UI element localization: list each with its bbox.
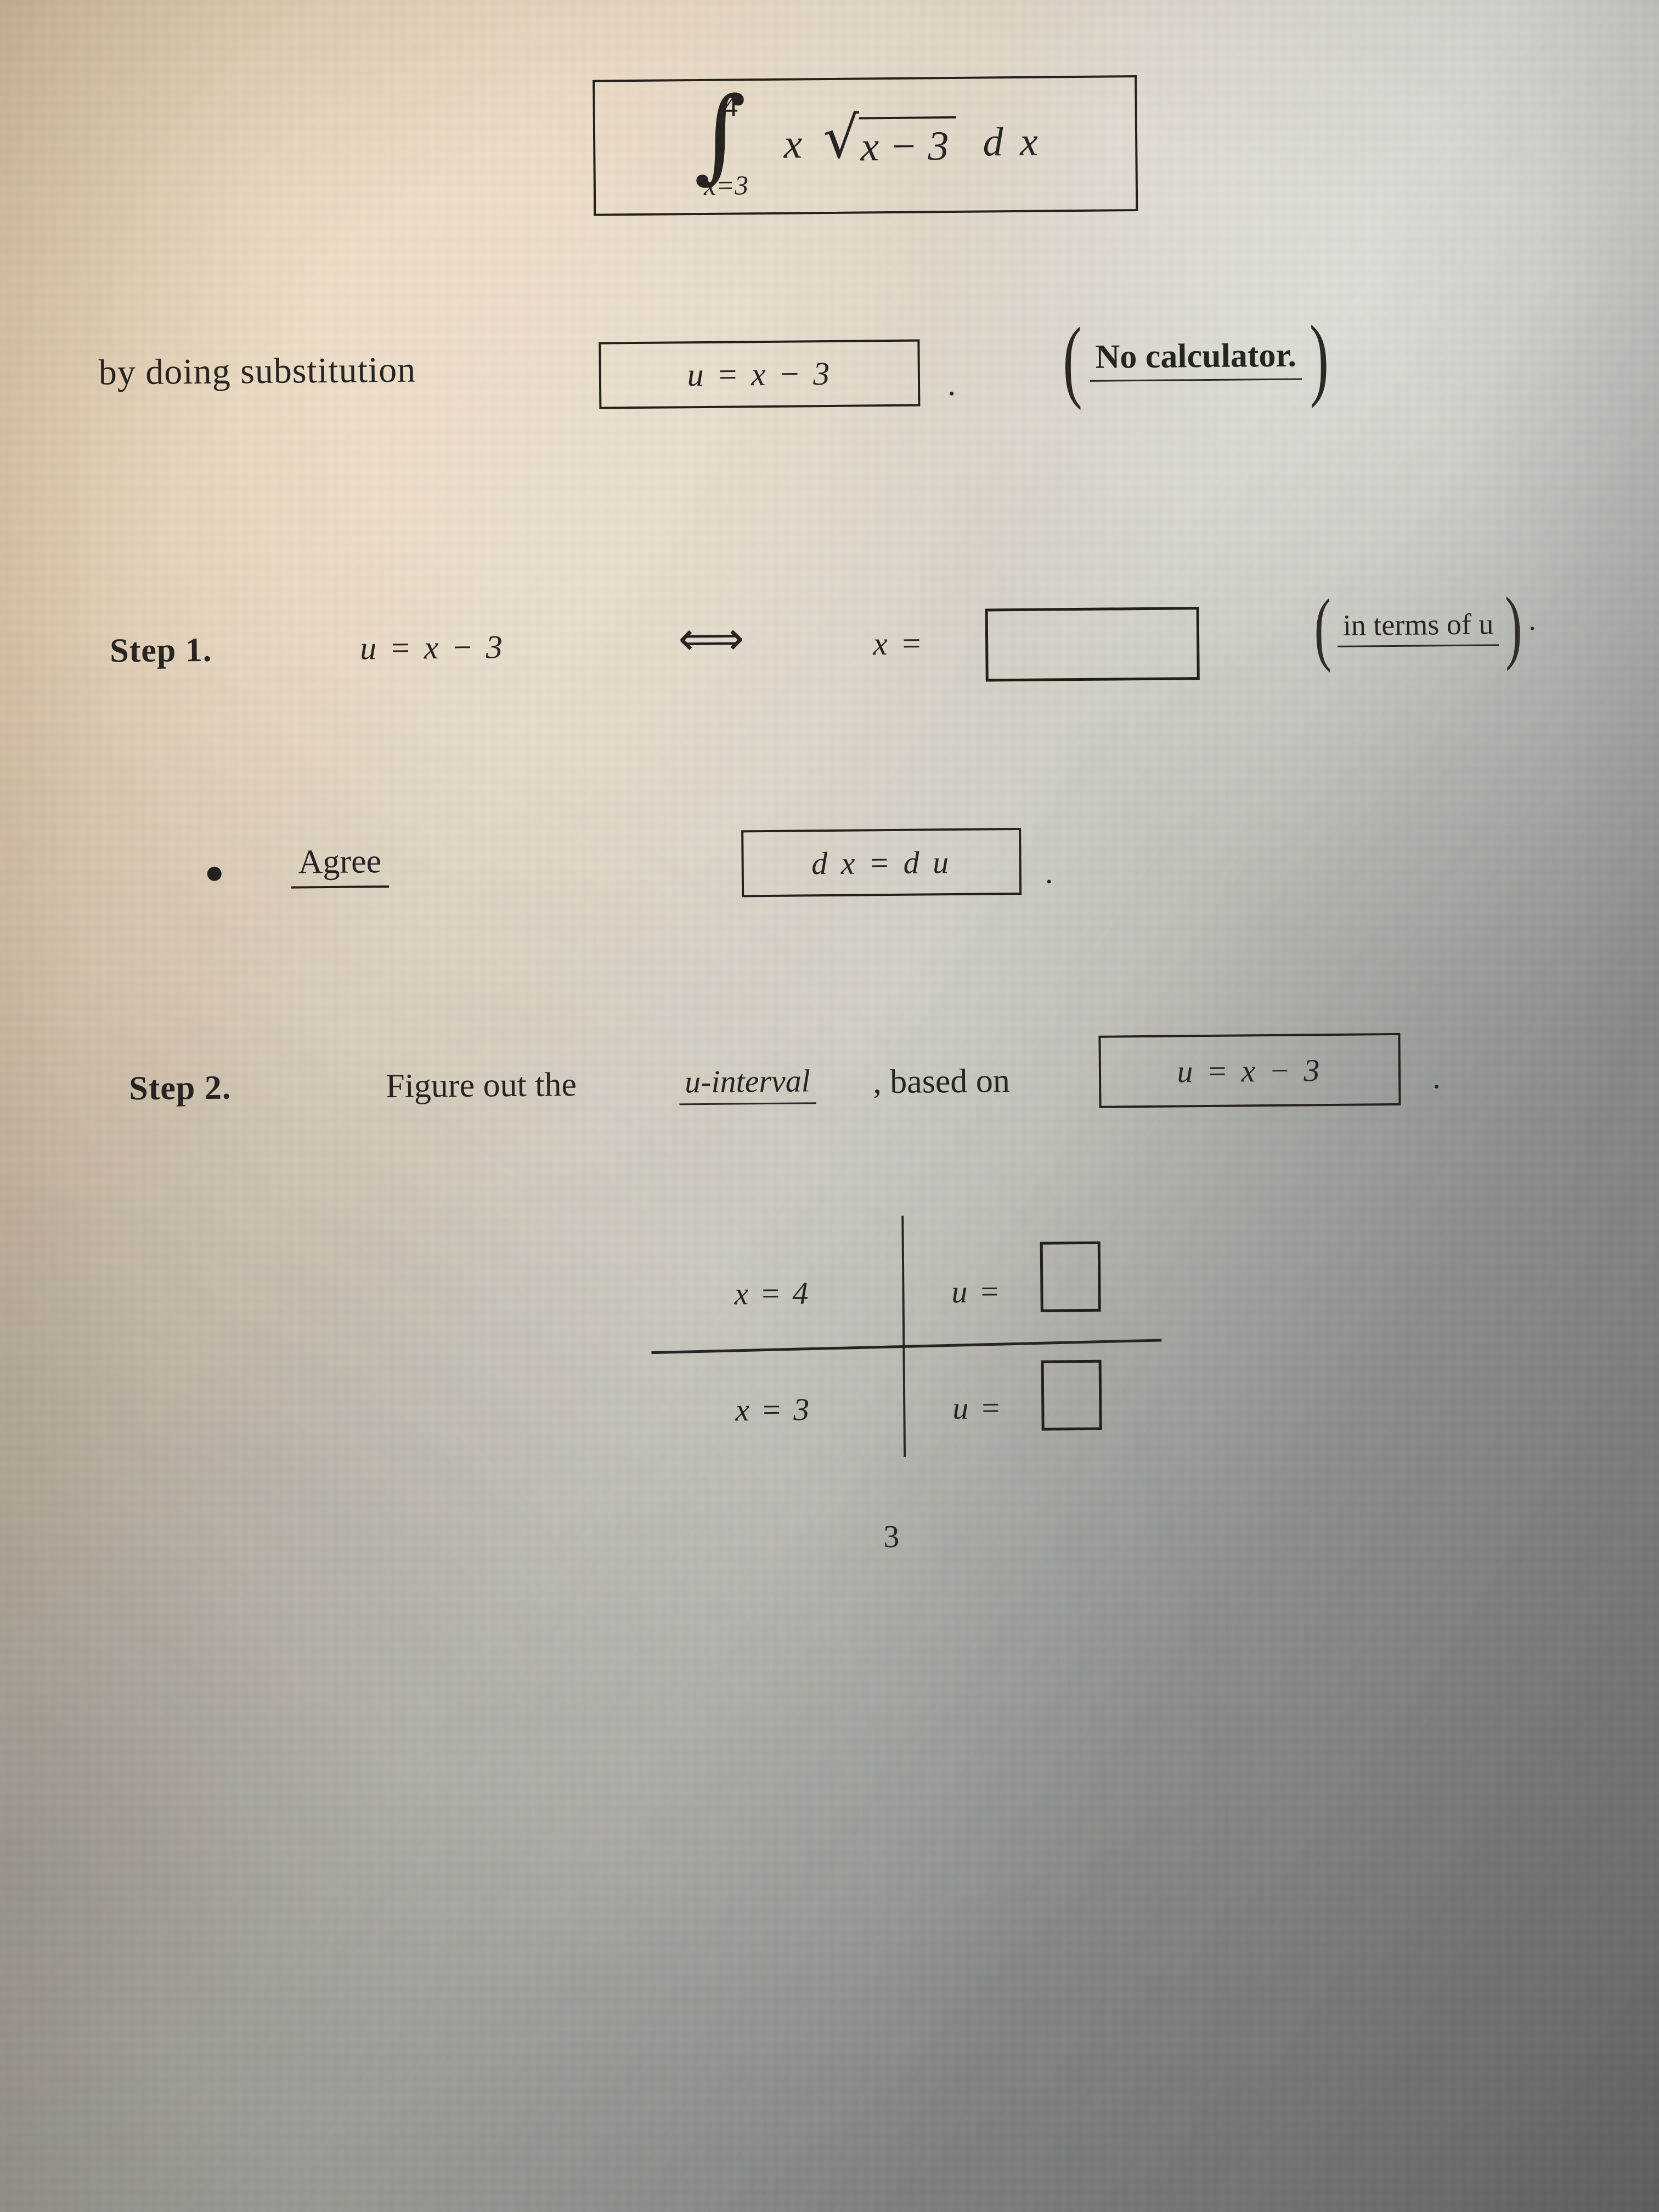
integral-upper-limit: 4 [723,89,738,123]
uv-table: x = 4 u = x = 3 u = [651,1215,1201,1458]
integrand-x: x [783,120,803,167]
no-calculator-label: No calculator. [1090,336,1302,382]
dx-equals-du-expression: d x = d u [811,844,952,881]
substitution-expression: u = x − 3 [687,355,832,393]
step2-substitution-box: u = x − 3 [1098,1032,1401,1108]
table-row-1-u-input[interactable] [1040,1241,1101,1312]
table-row-1-x-value: x = 4 [734,1275,810,1312]
hint-paren-open-icon: ( [1313,582,1332,674]
substitution-period: . [947,365,956,403]
step1-given-expression: u = x − 3 [359,629,505,667]
step1-label: Step 1. [109,631,212,670]
table-row-2-u-input[interactable] [1041,1359,1102,1431]
instruction-text: by doing substitution [98,349,416,393]
u-interval-blank: u-interval [679,1062,816,1105]
integral-lower-limit: x=3 [703,170,749,201]
integral-sign-with-limits: ∫ 4 x=3 [689,75,756,202]
dx-du-period: . [1045,854,1053,890]
table-row-2-u-label: u = [952,1390,1003,1426]
equivalence-arrow-icon: ⟺ [678,611,744,666]
in-terms-of-u-hint: ( in terms of u ) . [1308,580,1536,674]
hint-paren-close-icon: ) [1505,580,1523,672]
square-root-group: √ x − 3 [822,104,957,172]
step2-substitution-expression: u = x − 3 [1177,1052,1323,1089]
integral-expression-box: ∫ 4 x=3 x √ x − 3 d x [592,75,1138,216]
paren-open-icon: ( [1062,308,1082,411]
worksheet-photo: ∫ 4 x=3 x √ x − 3 d x by doing substitut… [0,0,1659,2212]
radical-icon: √ [822,104,860,172]
u-interval-label: u-interval [684,1063,811,1100]
no-calculator-note: ( No calculator. ) [1057,307,1335,411]
page-content: ∫ 4 x=3 x √ x − 3 d x by doing substitut… [0,0,1659,2212]
table-row-1-u-label: u = [951,1273,1002,1310]
hint-period: . [1528,603,1536,636]
dx-equals-du-box: d x = d u [741,827,1022,898]
hint-text: in terms of u [1342,607,1494,642]
bullet-marker-icon [207,866,222,881]
table-vertical-divider [901,1215,906,1457]
step1-answer-input[interactable] [985,607,1200,682]
page-number: 3 [883,1518,900,1555]
agree-blank-label: Agree [290,842,390,889]
radicand: x − 3 [859,115,957,171]
differential-dx: d x [983,119,1042,165]
step2-text-before: Figure out the [385,1066,577,1105]
step2-label: Step 2. [128,1069,232,1108]
table-row-2-x-value: x = 3 [735,1391,811,1428]
step1-solve-for-x: x = [872,625,925,662]
table-horizontal-divider [651,1339,1162,1355]
substitution-box: u = x − 3 [599,339,921,409]
paren-close-icon: ) [1309,307,1329,409]
hint-label: in terms of u [1337,606,1499,647]
step2-text-after: , based on [872,1062,1011,1101]
step2-period: . [1432,1059,1441,1096]
